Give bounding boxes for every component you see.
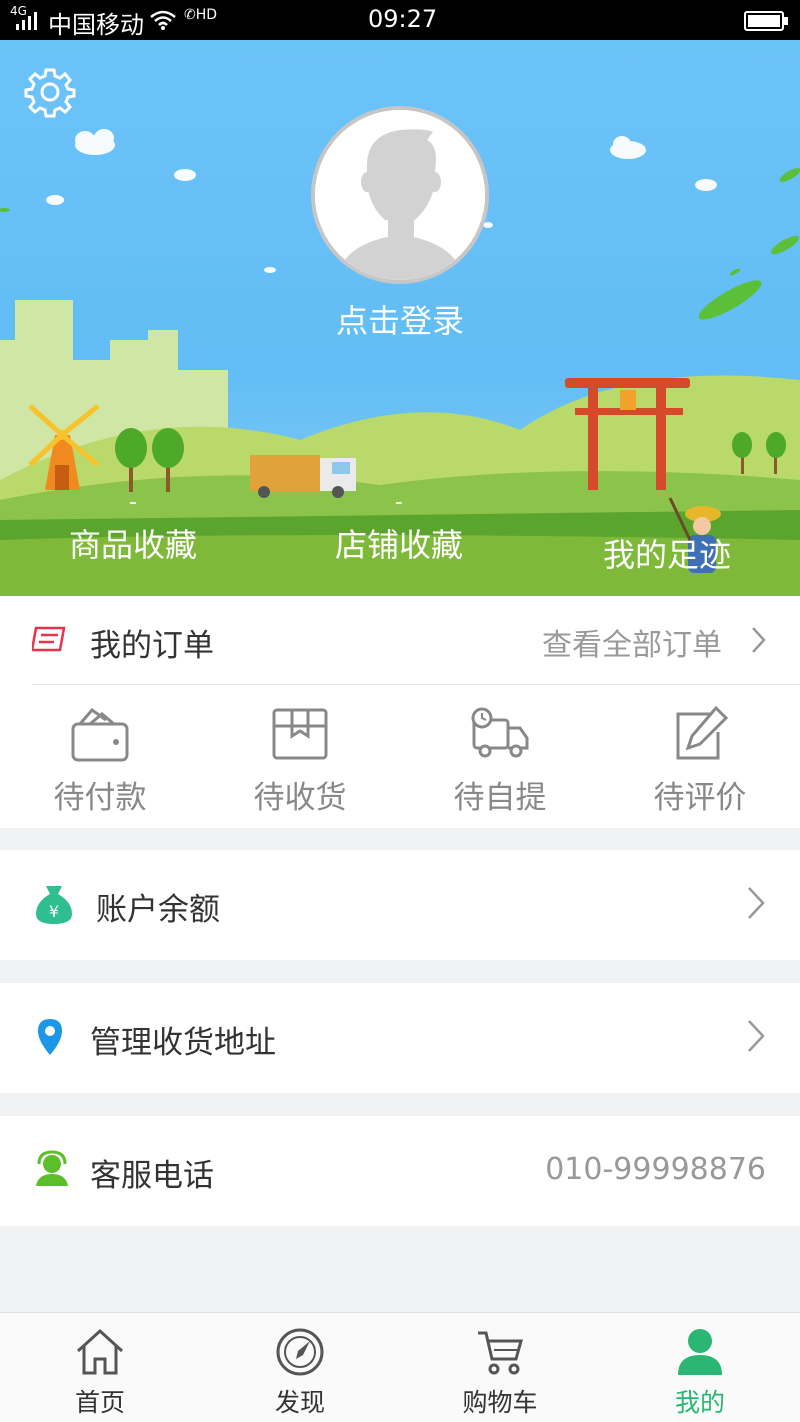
svg-text:¥: ¥ xyxy=(49,902,59,921)
tab-discover-label: 发现 xyxy=(274,1388,325,1417)
tab-cart[interactable]: 购物车 xyxy=(400,1313,600,1422)
customer-service-label: 客服电话 xyxy=(90,1158,214,1194)
customer-service-icon xyxy=(36,1150,68,1186)
manage-address-row[interactable]: 管理收货地址 xyxy=(0,983,800,1093)
pending-payment-label: 待付款 xyxy=(53,780,147,816)
my-footprints-label: 我的足迹 xyxy=(602,536,731,574)
hd-call-icon: ✆HD xyxy=(184,7,218,23)
compass-icon xyxy=(276,1328,324,1376)
edit-icon xyxy=(676,706,729,760)
hd-badge: HD xyxy=(195,7,218,23)
account-balance-row[interactable]: ¥ 账户余额 xyxy=(0,850,800,960)
tab-me[interactable]: 我的 xyxy=(600,1313,800,1422)
pending-review-label: 待评价 xyxy=(653,780,747,816)
pending-review-button[interactable]: 待评价 xyxy=(600,706,800,817)
customer-service-phone[interactable]: 010-99998876 xyxy=(545,1152,766,1187)
package-icon xyxy=(272,708,328,760)
product-favorites-count: - xyxy=(129,490,137,515)
shop-favorites[interactable]: - 店铺收藏 xyxy=(266,490,532,566)
shop-favorites-label: 店铺收藏 xyxy=(334,526,463,564)
customer-service-row[interactable]: 客服电话 010-99998876 xyxy=(0,1116,800,1226)
tab-discover[interactable]: 发现 xyxy=(200,1313,400,1422)
product-favorites-label: 商品收藏 xyxy=(68,526,197,564)
avatar[interactable] xyxy=(311,106,489,284)
cart-icon xyxy=(478,1331,523,1375)
orders-header[interactable]: 我的订单 查看全部订单 xyxy=(0,596,800,684)
bottom-tab-bar: 首页 发现 购物车 我的 xyxy=(0,1312,800,1422)
view-all-orders-link[interactable]: 查看全部订单 xyxy=(542,620,722,664)
money-bag-icon: ¥ xyxy=(36,886,72,924)
chevron-right-icon xyxy=(748,887,765,919)
orders-card: 我的订单 查看全部订单 待付款 待收货 待自提 待评价 xyxy=(0,596,800,828)
shop-favorites-count: - xyxy=(395,490,403,515)
pending-pickup-button[interactable]: 待自提 xyxy=(400,706,600,817)
pending-receipt-label: 待收货 xyxy=(253,780,347,816)
person-icon xyxy=(678,1329,722,1375)
clock: 09:27 xyxy=(368,5,438,33)
my-footprints[interactable]: 我的足迹 xyxy=(534,530,800,576)
chevron-right-icon xyxy=(748,1020,765,1052)
pending-pickup-label: 待自提 xyxy=(453,780,547,816)
pending-receipt-button[interactable]: 待收货 xyxy=(200,706,400,817)
manage-address-label: 管理收货地址 xyxy=(90,1025,276,1061)
battery-icon xyxy=(744,11,788,31)
tab-home[interactable]: 首页 xyxy=(0,1313,200,1422)
settings-gear-icon[interactable] xyxy=(24,66,76,118)
carrier-name: 中国移动 xyxy=(48,11,144,39)
account-balance-label: 账户余额 xyxy=(96,892,220,928)
tab-me-label: 我的 xyxy=(674,1388,725,1417)
tab-cart-label: 购物车 xyxy=(462,1388,538,1417)
orders-title: 我的订单 xyxy=(90,628,214,664)
status-bar: 4G 中国移动 ✆HD 09:27 xyxy=(0,0,800,40)
home-icon xyxy=(76,1328,124,1375)
signal-icon xyxy=(16,12,37,30)
pending-payment-button[interactable]: 待付款 xyxy=(0,706,200,817)
truck-icon xyxy=(471,707,529,758)
wallet-icon xyxy=(71,707,129,762)
tab-home-label: 首页 xyxy=(74,1388,125,1417)
wifi-icon xyxy=(150,10,176,30)
location-pin-icon xyxy=(38,1019,62,1055)
order-list-icon xyxy=(32,626,66,652)
default-avatar-icon xyxy=(315,110,485,280)
profile-header: 点击登录 - 商品收藏 - 店铺收藏 我的足迹 xyxy=(0,40,800,596)
divider xyxy=(32,684,800,685)
product-favorites[interactable]: - 商品收藏 xyxy=(0,490,266,566)
chevron-right-icon xyxy=(752,627,766,653)
login-link[interactable]: 点击登录 xyxy=(0,296,800,342)
